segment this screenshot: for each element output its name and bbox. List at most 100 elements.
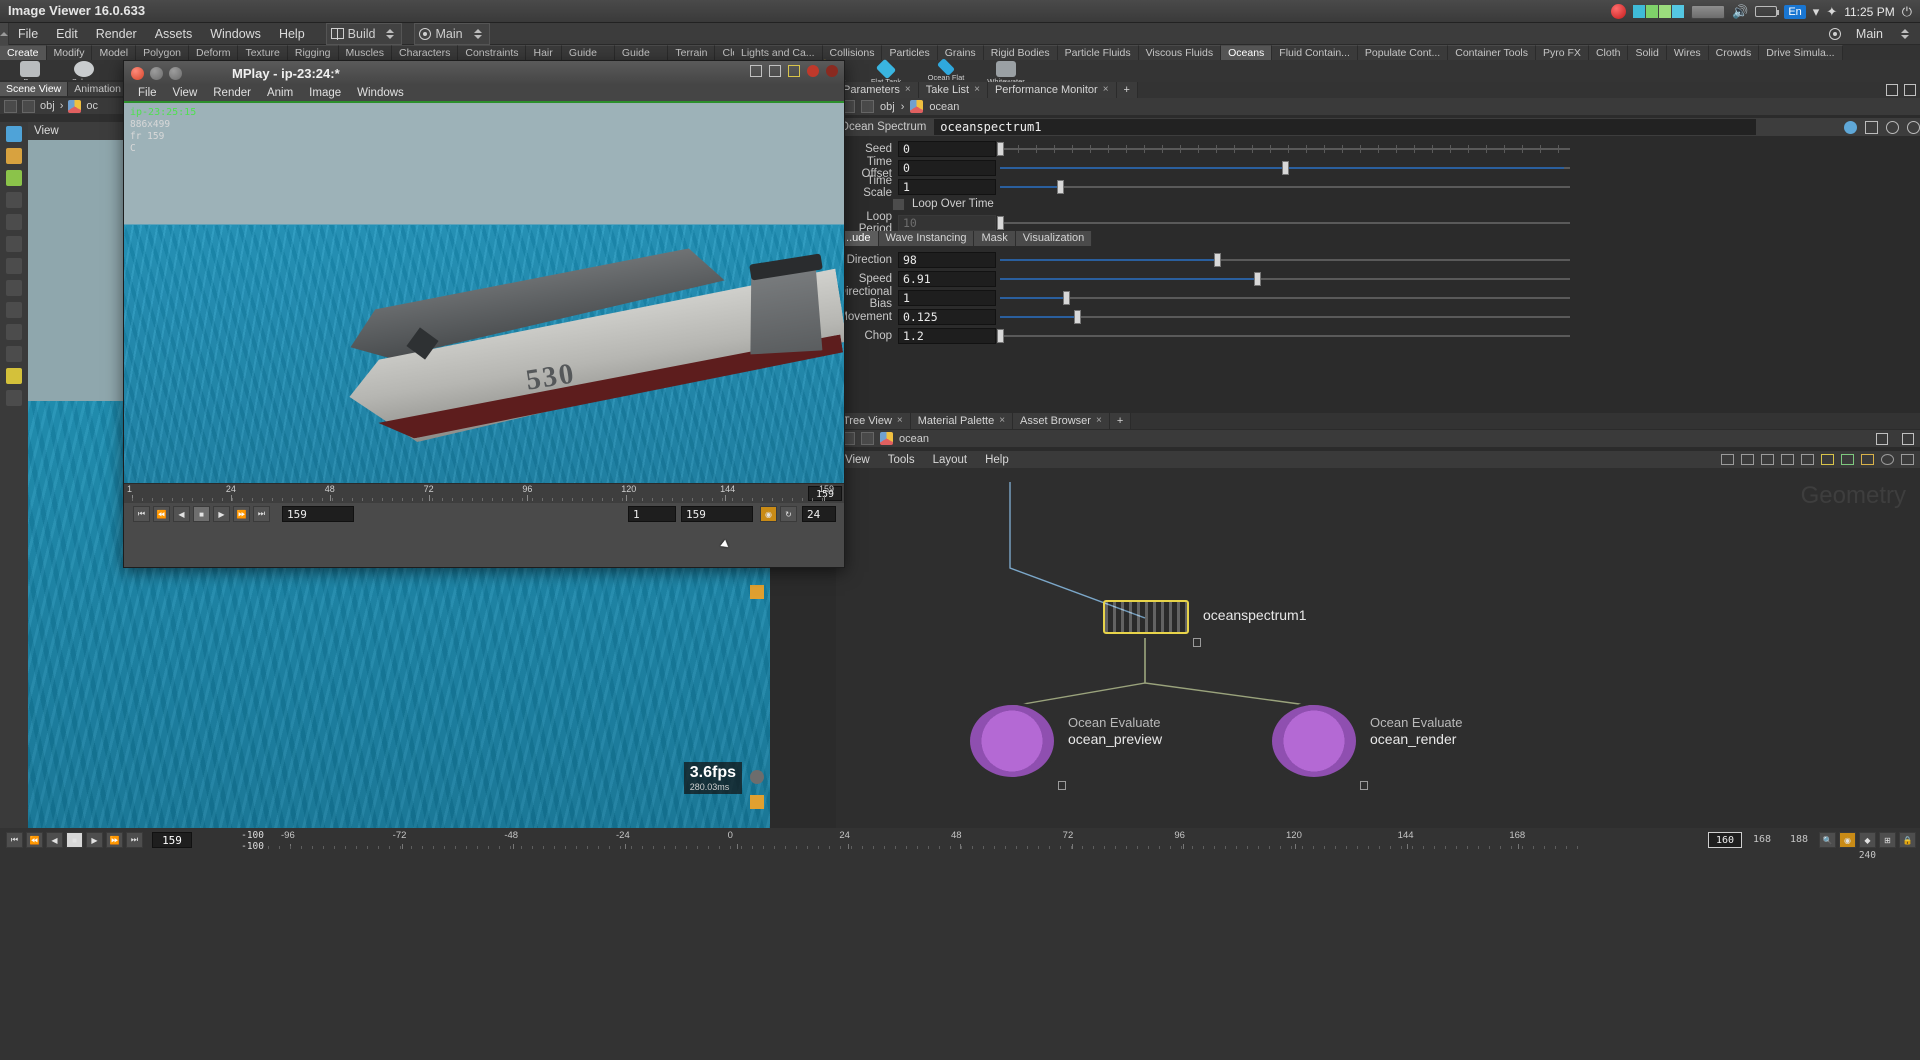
- param-slider-top-0[interactable]: [997, 141, 1570, 157]
- select-tool-icon[interactable]: [6, 126, 22, 142]
- shelf-tab-right-9[interactable]: Populate Cont...: [1357, 45, 1449, 60]
- parameter-tab-close-0[interactable]: ×: [905, 82, 911, 98]
- scene-view-tab-0[interactable]: Scene View: [0, 82, 69, 96]
- layout-selector[interactable]: Main: [414, 22, 490, 45]
- param-slider-bottom-2[interactable]: [1000, 290, 1570, 306]
- shelf-tab-right-4[interactable]: Rigid Bodies: [983, 45, 1058, 60]
- param-slider-loop-period[interactable]: [997, 215, 1570, 231]
- playbar-step-forward-icon[interactable]: ⏩: [106, 832, 123, 848]
- menu-help[interactable]: Help: [270, 23, 314, 45]
- parameter-tab-2[interactable]: Performance Monitor ×: [987, 82, 1117, 98]
- param-value-top-2[interactable]: 1: [898, 179, 996, 195]
- note-icon[interactable]: [1821, 454, 1834, 465]
- save-icon[interactable]: [769, 65, 781, 77]
- slider-knob-bottom-4[interactable]: [997, 329, 1004, 343]
- clock[interactable]: 11:25 PM: [1844, 5, 1894, 19]
- mplay-menu-anim[interactable]: Anim: [259, 87, 301, 99]
- param-value-top-0[interactable]: 0: [898, 141, 996, 157]
- close-red-icon[interactable]: [807, 65, 819, 77]
- handle-tool-icon[interactable]: [6, 148, 22, 164]
- mplay-menu-view[interactable]: View: [165, 87, 206, 99]
- chevron-updown-icon[interactable]: [383, 28, 397, 39]
- folder-icon[interactable]: [1861, 454, 1874, 465]
- layout-right-label[interactable]: Main: [1847, 23, 1892, 45]
- mplay-play-icon[interactable]: ▶: [213, 506, 230, 522]
- pane-menu-icon[interactable]: [1886, 84, 1898, 96]
- mplay-window[interactable]: MPlay - ip-23:24:* File View Render Anim Ima…: [123, 60, 845, 568]
- parameter-tab-0[interactable]: Parameters ×: [836, 82, 919, 98]
- shelf-tab-right-6[interactable]: Viscous Fluids: [1138, 45, 1222, 60]
- mplay-titlebar[interactable]: MPlay - ip-23:24:*: [124, 61, 844, 85]
- comb-tool-icon[interactable]: [6, 324, 22, 340]
- viewport-lock-icon[interactable]: [750, 585, 764, 599]
- color-tool-icon[interactable]: [6, 368, 22, 384]
- network-node-ocean_preview[interactable]: Ocean Evaluate ocean_preview: [970, 705, 1162, 790]
- chevron-updown-icon-2[interactable]: [471, 28, 485, 39]
- shelf-tab-left-0[interactable]: Create: [0, 45, 47, 60]
- node-name-field[interactable]: oceanspectrum1: [934, 119, 1756, 135]
- slider-knob-top-0[interactable]: [997, 142, 1004, 156]
- param-value-bottom-4[interactable]: 1.2: [898, 328, 996, 344]
- network-node-lock-icon-ocean_render[interactable]: [1360, 781, 1368, 790]
- playbar-zoom-icon[interactable]: 🔍: [1819, 832, 1836, 848]
- paint-tool-icon[interactable]: [6, 280, 22, 296]
- shelf-tab-left-8[interactable]: Characters: [392, 45, 459, 60]
- param-breadcrumb-node[interactable]: ocean: [929, 101, 959, 113]
- network-node-lock-icon-oceanspectrum1[interactable]: [1193, 638, 1201, 647]
- language-indicator[interactable]: En: [1784, 4, 1806, 19]
- shelf-tab-right-0[interactable]: Lights and Ca...: [734, 45, 823, 60]
- shelf-tab-right-7[interactable]: Oceans: [1221, 45, 1273, 60]
- viewport-grid-icon[interactable]: [750, 795, 764, 809]
- param-value-bottom-1[interactable]: 6.91: [898, 271, 996, 287]
- menu-assets[interactable]: Assets: [146, 23, 202, 45]
- mplay-menu-file[interactable]: File: [130, 87, 165, 99]
- shelf-tab-left-5[interactable]: Texture: [238, 45, 288, 60]
- arrow-tool-icon[interactable]: [6, 192, 22, 208]
- battery-icon[interactable]: [1755, 6, 1780, 17]
- shelf-tab-right-15[interactable]: Crowds: [1708, 45, 1760, 60]
- fit-icon[interactable]: [1901, 454, 1914, 465]
- network-tab-close-2[interactable]: ×: [1096, 413, 1102, 429]
- parameter-tab-1[interactable]: Take List ×: [918, 82, 988, 98]
- network-node-ocean_render[interactable]: Ocean Evaluate ocean_render: [1272, 705, 1463, 790]
- mplay-jump-end-icon[interactable]: ⏭: [253, 506, 270, 522]
- parameter-tab-close-2[interactable]: ×: [1103, 82, 1109, 98]
- flipbook-icon[interactable]: [750, 65, 762, 77]
- parameter-tab-close-1[interactable]: ×: [974, 82, 980, 98]
- playbar-jump-end-icon[interactable]: ⏭: [126, 832, 143, 848]
- param-value-bottom-3[interactable]: 0.125: [898, 309, 996, 325]
- forward-button[interactable]: [22, 99, 35, 113]
- mplay-close-button[interactable]: [131, 66, 144, 80]
- shelf-tab-right-8[interactable]: Fluid Contain...: [1272, 45, 1358, 60]
- slider-knob-top-1[interactable]: [1282, 161, 1289, 175]
- shelf-tab-left-3[interactable]: Polygon: [136, 45, 190, 60]
- param-slider-bottom-3[interactable]: [1000, 309, 1570, 325]
- shelf-tab-left-13[interactable]: Terrain FX: [668, 45, 716, 74]
- mplay-realtime-toggle-icon[interactable]: ◉: [760, 506, 777, 522]
- uv-tool-icon[interactable]: [6, 390, 22, 406]
- playbar-ruler[interactable]: -96 -72 -48 -24 0 24 48 72 96 120 144 168: [262, 828, 1602, 852]
- mplay-current-frame-field[interactable]: 159: [282, 506, 354, 522]
- mplay-minimize-button[interactable]: [150, 66, 163, 80]
- playbar-stop-icon[interactable]: ■: [66, 832, 83, 848]
- shelf-tab-right-10[interactable]: Container Tools: [1448, 45, 1537, 60]
- mplay-canvas[interactable]: 530 ip-23:25:15 886x499 fr 159 C: [124, 103, 844, 483]
- network-menu-tools[interactable]: Tools: [879, 454, 924, 466]
- pane-maximize-icon[interactable]: [1904, 84, 1916, 96]
- mplay-menu-windows[interactable]: Windows: [349, 87, 412, 99]
- shelf-tab-left-10[interactable]: Hair Utils: [526, 45, 562, 74]
- volume-icon[interactable]: 🔊: [1732, 4, 1748, 20]
- gear-icon[interactable]: [1844, 120, 1857, 134]
- param-slider-top-1[interactable]: [1000, 160, 1570, 176]
- mplay-menu-image[interactable]: Image: [301, 87, 349, 99]
- chevron-updown-icon-3[interactable]: [1898, 29, 1912, 39]
- align-icon[interactable]: [1781, 454, 1794, 465]
- power-icon[interactable]: ⏻: [1902, 4, 1912, 20]
- menu-render[interactable]: Render: [87, 23, 146, 45]
- net-forward-button[interactable]: [861, 432, 874, 445]
- reload-icon[interactable]: [1886, 120, 1899, 134]
- playbar-snap-icon[interactable]: ⊞: [1879, 832, 1896, 848]
- sticky-icon[interactable]: [1841, 454, 1854, 465]
- network-node-body-ocean_preview[interactable]: [970, 705, 1054, 777]
- settings-icon[interactable]: [788, 65, 800, 77]
